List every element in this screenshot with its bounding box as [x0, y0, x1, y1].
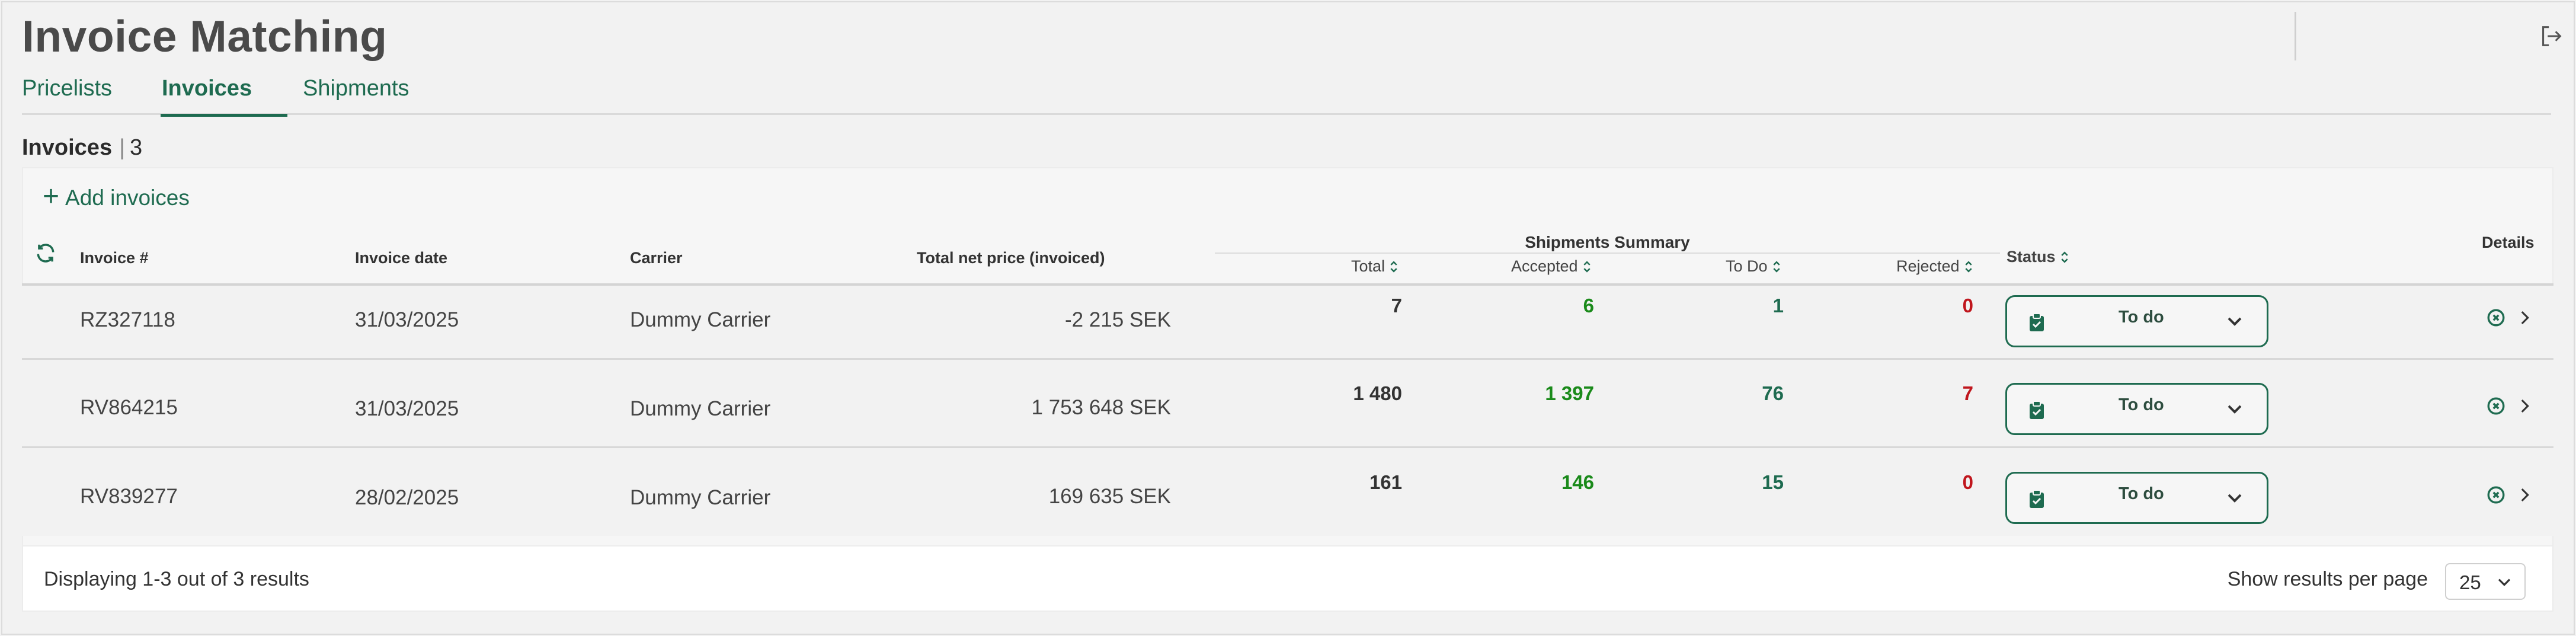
shipments-todo: 1 [1772, 295, 1784, 317]
column-header-net-price: Total net price (invoiced) [917, 249, 1105, 267]
logout-icon[interactable] [2537, 23, 2565, 50]
sort-icon [1583, 260, 1591, 273]
shipments-accepted: 6 [1583, 295, 1594, 317]
row-actions [2486, 396, 2535, 416]
carrier-name: Dummy Carrier [630, 397, 771, 420]
status-select[interactable]: To do [2005, 383, 2268, 435]
close-circle-icon[interactable] [2486, 308, 2506, 328]
refresh-icon[interactable] [34, 242, 57, 264]
column-header-details: Details [2482, 234, 2535, 251]
chevron-down-icon [2228, 317, 2242, 326]
row-actions [2486, 485, 2535, 505]
per-page-label: Show results per page [2227, 568, 2428, 590]
clipboard-icon [2030, 490, 2044, 508]
sort-icon [2060, 251, 2068, 263]
carrier-name: Dummy Carrier [630, 486, 771, 509]
page-title: Invoice Matching [22, 11, 388, 61]
table-footer: Displaying 1-3 out of 3 results Show res… [22, 546, 2553, 612]
column-header-rejected[interactable]: Rejected [1896, 257, 1974, 276]
column-header-todo[interactable]: To Do [1726, 257, 1782, 276]
column-header-status[interactable]: Status [2007, 248, 2070, 266]
shipments-rejected: 0 [1962, 295, 1973, 317]
chevron-right-icon[interactable] [2514, 308, 2535, 328]
shipments-accepted: 1 397 [1545, 382, 1594, 404]
plus-icon: + [43, 181, 60, 212]
sort-icon [1964, 260, 1972, 273]
shipments-summary-heading: Shipments Summary [1525, 233, 1690, 251]
summary-divider [1215, 253, 2000, 254]
chevron-right-icon[interactable] [2514, 396, 2535, 416]
chevron-down-icon [2498, 579, 2511, 586]
close-circle-icon[interactable] [2486, 396, 2506, 416]
invoice-date: 31/03/2025 [355, 308, 459, 331]
sort-icon [1390, 260, 1397, 273]
shipments-todo: 76 [1762, 382, 1784, 404]
shipments-rejected: 7 [1962, 382, 1973, 404]
column-header-carrier: Carrier [630, 249, 683, 267]
sort-icon [1772, 260, 1780, 273]
invoice-number: RZ327118 [80, 308, 175, 331]
shipments-total: 161 [1369, 471, 1402, 493]
invoice-number: RV839277 [80, 485, 178, 508]
shipments-total: 1 480 [1353, 382, 1402, 404]
per-page-select[interactable]: 25 [2445, 563, 2526, 600]
tab-shipments[interactable]: Shipments [303, 77, 409, 115]
tab-pricelists[interactable]: Pricelists [22, 77, 112, 115]
shipments-rejected: 0 [1962, 471, 1973, 493]
chevron-down-icon [2228, 405, 2242, 414]
add-invoices-button[interactable]: + Add invoices [43, 181, 190, 212]
net-price: -2 215 SEK [1065, 308, 1171, 331]
invoice-date: 31/03/2025 [355, 397, 459, 420]
column-header-total[interactable]: Total [1351, 257, 1399, 276]
section-title: Invoices [22, 135, 113, 160]
shipments-total: 7 [1391, 295, 1402, 317]
tab-invoices[interactable]: Invoices [161, 77, 289, 117]
column-header-invoice-date: Invoice date [355, 249, 448, 267]
clipboard-icon [2030, 401, 2044, 419]
chevron-down-icon [2228, 494, 2242, 503]
close-circle-icon[interactable] [2486, 485, 2506, 505]
results-summary: Displaying 1-3 out of 3 results [44, 568, 309, 590]
status-select[interactable]: To do [2005, 472, 2268, 524]
header-divider [2295, 12, 2296, 60]
tab-bar: Pricelists Invoices Shipments [22, 77, 2551, 117]
row-actions [2486, 308, 2535, 328]
section-heading: Invoices | 3 [22, 135, 143, 160]
shipments-accepted: 146 [1561, 471, 1594, 493]
net-price: 169 635 SEK [1048, 485, 1171, 508]
clipboard-icon [2030, 314, 2044, 331]
column-header-invoice: Invoice # [80, 249, 149, 267]
status-select[interactable]: To do [2005, 295, 2268, 347]
invoice-date: 28/02/2025 [355, 486, 459, 509]
carrier-name: Dummy Carrier [630, 308, 771, 331]
column-header-accepted[interactable]: Accepted [1511, 257, 1592, 276]
invoice-count: 3 [129, 135, 143, 160]
shipments-todo: 15 [1762, 471, 1784, 493]
chevron-right-icon[interactable] [2514, 485, 2535, 505]
invoice-number: RV864215 [80, 396, 178, 419]
net-price: 1 753 648 SEK [1031, 396, 1171, 419]
